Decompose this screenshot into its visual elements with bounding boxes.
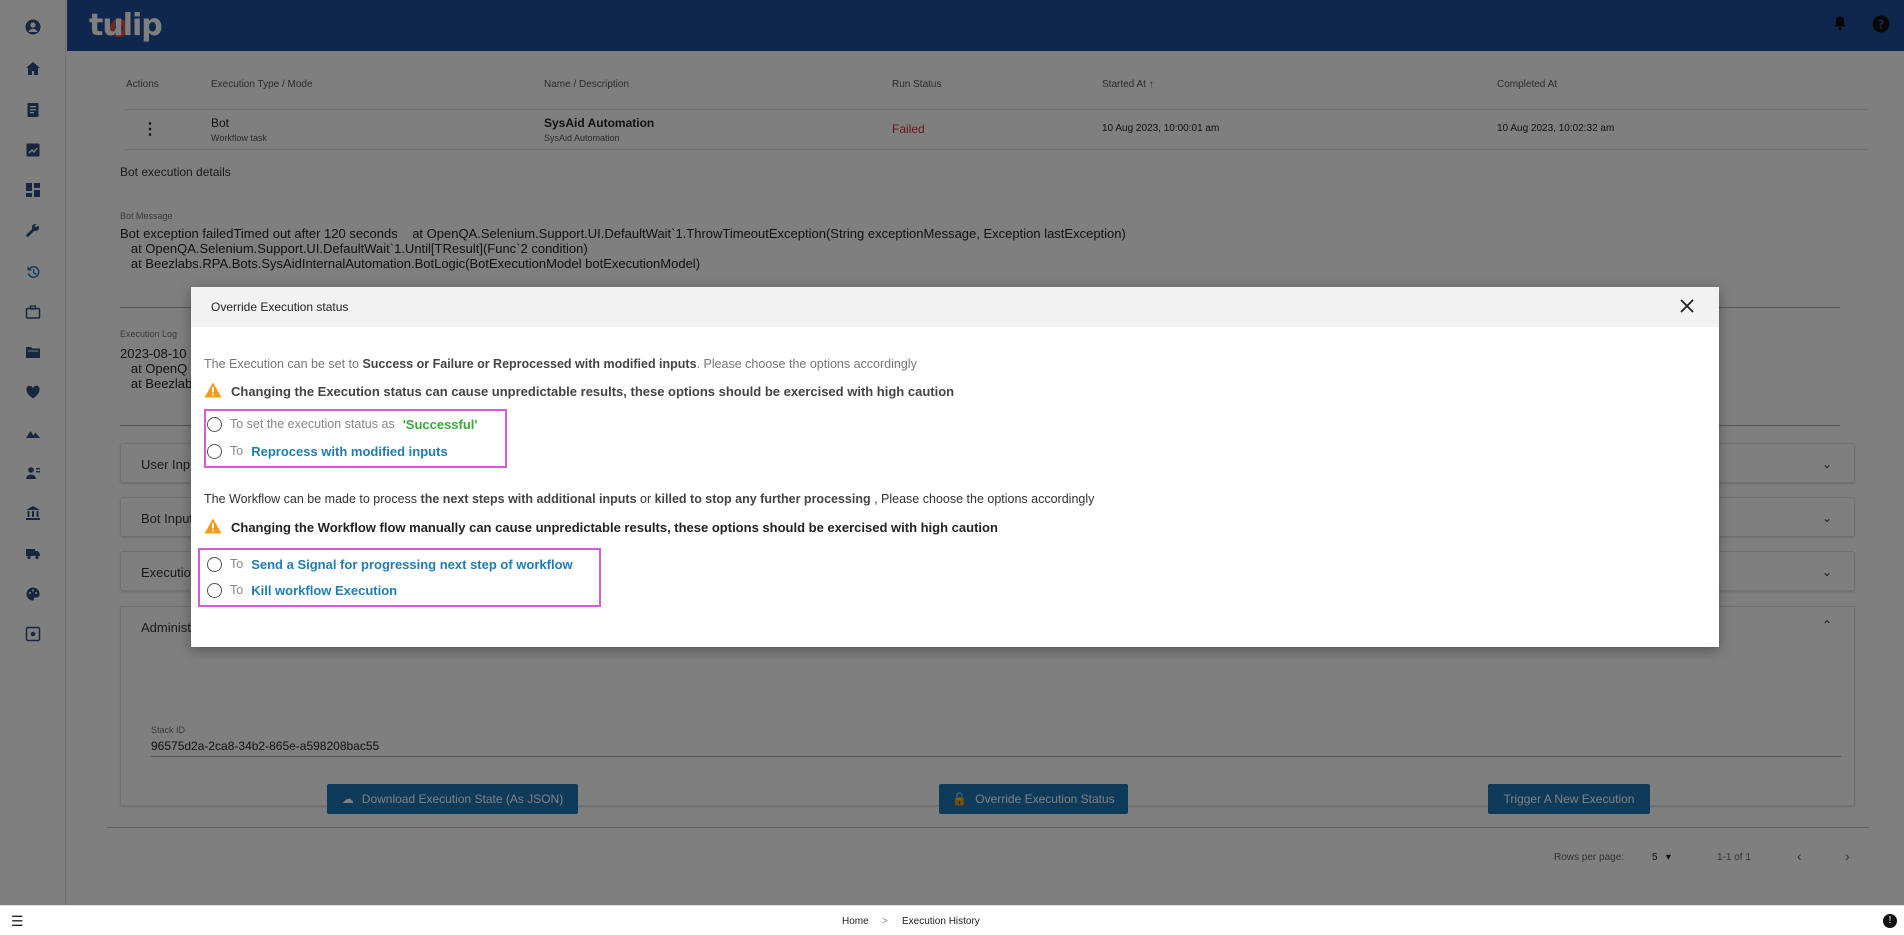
override-execution-status-dialog: Override Execution status The Execution … — [191, 287, 1719, 647]
option-set-successful[interactable]: To set the execution status as 'Successf… — [207, 415, 478, 433]
dialog-title: Override Execution status — [211, 300, 349, 314]
radio-button[interactable] — [207, 556, 222, 572]
workflow-warning-text: Changing the Workflow flow manually can … — [231, 520, 998, 535]
option-reprocess[interactable]: To Reprocess with modified inputs — [207, 442, 448, 460]
option-label: To — [230, 583, 244, 597]
option-emphasis: Reprocess with modified inputs — [251, 443, 448, 459]
dialog-header: Override Execution status — [191, 287, 1719, 327]
execution-warning-text: Changing the Execution status can cause … — [231, 384, 955, 399]
option-emphasis: Kill workflow Execution — [251, 582, 398, 598]
radio-button[interactable] — [207, 443, 222, 459]
option-send-signal[interactable]: To Send a Signal for progressing next st… — [207, 555, 573, 573]
warning-icon — [204, 382, 222, 398]
breadcrumb-separator: > — [882, 916, 888, 927]
option-kill-workflow[interactable]: To Kill workflow Execution — [207, 581, 397, 599]
option-label: To — [230, 444, 244, 458]
menu-hamburger-icon[interactable]: ☰ — [11, 913, 24, 930]
radio-button[interactable] — [207, 416, 222, 432]
warning-icon — [204, 518, 222, 534]
option-label: To set the execution status as — [230, 417, 395, 431]
execution-intro: The Execution can be set to Success or F… — [204, 357, 917, 371]
workflow-intro: The Workflow can be made to process the … — [204, 492, 1095, 506]
radio-button[interactable] — [207, 582, 222, 598]
option-emphasis: Send a Signal for progressing next step … — [251, 556, 573, 572]
close-icon[interactable] — [1677, 296, 1697, 316]
option-label: To — [230, 557, 244, 571]
breadcrumb-current: Execution History — [902, 916, 980, 927]
breadcrumb-home[interactable]: Home — [842, 916, 869, 927]
option-emphasis: 'Successful' — [402, 416, 478, 432]
bottom-breadcrumb-bar: ☰ Home > Execution History ! — [0, 905, 1904, 935]
info-icon[interactable]: ! — [1883, 914, 1897, 928]
